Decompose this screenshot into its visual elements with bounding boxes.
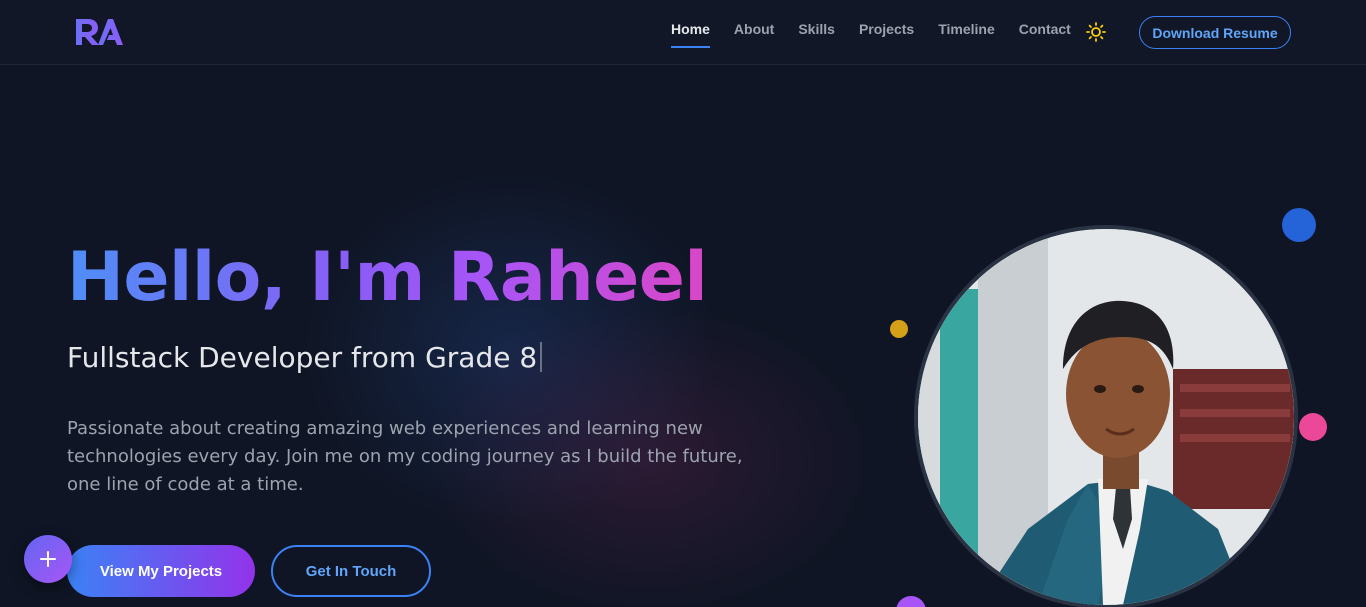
hero-subtitle: Fullstack Developer from Grade 8 (67, 341, 543, 374)
logo[interactable] (74, 17, 124, 47)
nav-link-about[interactable]: About (734, 21, 774, 48)
nav-link-skills[interactable]: Skills (798, 21, 835, 48)
get-in-touch-button[interactable]: Get In Touch (271, 545, 431, 597)
decor-dot-blue (1282, 208, 1316, 242)
hero-description: Passionate about creating amazing web ex… (67, 418, 743, 495)
nav-link-home[interactable]: Home (671, 21, 710, 48)
decor-dot-gold (890, 320, 908, 338)
hero-subtitle-text: Fullstack Developer from Grade 8 (67, 341, 538, 374)
sun-icon[interactable] (1086, 22, 1106, 42)
nav-link-timeline[interactable]: Timeline (938, 21, 995, 48)
decor-dot-pink (1299, 413, 1327, 441)
navbar: Home About Skills Projects Timeline Cont… (0, 0, 1366, 65)
download-resume-button[interactable]: Download Resume (1139, 16, 1291, 49)
view-projects-button[interactable]: View My Projects (67, 545, 255, 597)
nav-links: Home About Skills Projects Timeline Cont… (671, 21, 1095, 48)
decor-dot-purple (896, 596, 926, 607)
floating-action-button[interactable] (24, 535, 72, 583)
profile-photo-illustration (918, 229, 1294, 605)
profile-photo (914, 225, 1298, 607)
nav-link-projects[interactable]: Projects (859, 21, 914, 48)
plus-icon (40, 551, 56, 567)
hero-title: Hello, I'm Raheel (67, 238, 708, 317)
nav-link-contact[interactable]: Contact (1019, 21, 1071, 48)
typing-cursor (540, 342, 543, 372)
